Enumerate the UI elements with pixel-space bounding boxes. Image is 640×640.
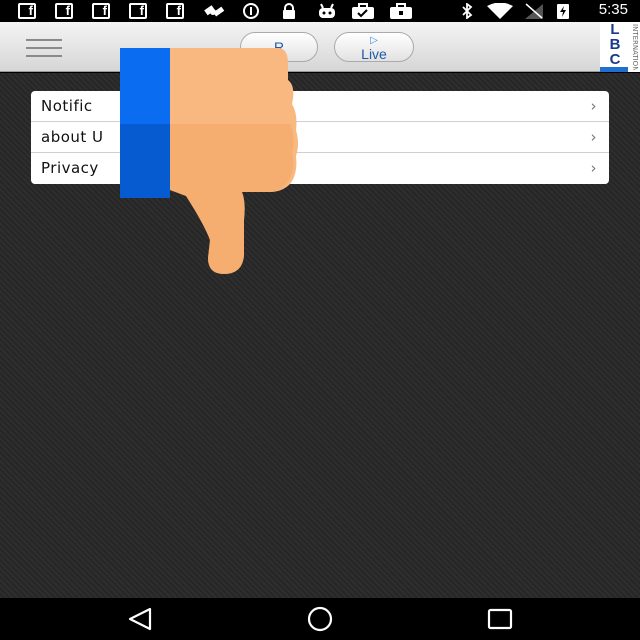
live-button[interactable]: ▷ Live <box>334 32 414 62</box>
live-button-label: Live <box>361 46 387 62</box>
briefcase-check-icon <box>352 3 374 19</box>
navigation-bar <box>0 598 640 640</box>
list-item-label: about U <box>41 128 104 146</box>
wifi-icon <box>487 3 513 19</box>
circle-icon <box>243 3 259 19</box>
status-time: 5:35 <box>598 1 628 18</box>
status-bar: f f f f f 5:35 <box>0 0 640 22</box>
list-item-notifications[interactable]: Notific › <box>31 91 609 122</box>
list-item-about[interactable]: about U › <box>31 122 609 153</box>
facebook-icon: f <box>55 3 73 19</box>
settings-list: Notific › about U › Privacy › <box>31 91 609 184</box>
logo-side-text: INTERNATIONAL <box>631 24 639 70</box>
facebook-icon: f <box>129 3 147 19</box>
lock-icon <box>283 3 295 19</box>
chevron-right-icon: › <box>590 159 597 177</box>
signal-icon <box>525 3 543 19</box>
list-item-privacy[interactable]: Privacy › <box>31 153 609 184</box>
thumbs-down-icon <box>120 48 298 274</box>
briefcase-icon <box>390 3 412 19</box>
menu-icon[interactable] <box>26 38 62 58</box>
facebook-icon: f <box>18 3 36 19</box>
facebook-icon: f <box>92 3 110 19</box>
back-icon[interactable] <box>126 606 154 632</box>
android-icon <box>319 3 335 18</box>
logo-letter: B <box>609 36 621 53</box>
list-item-label: Notific <box>41 97 93 115</box>
logo-letter: L <box>610 21 620 38</box>
bluetooth-icon <box>462 3 473 19</box>
content-area: Notific › about U › Privacy › <box>0 73 640 598</box>
logo-bar <box>600 67 628 72</box>
logo-letter: C <box>609 51 621 68</box>
lbc-logo: L B C INTERNATIONAL <box>600 22 640 72</box>
top-toolbar: R ▷ Live L B C INTERNATIONAL <box>0 22 640 72</box>
list-item-label: Privacy <box>41 159 99 177</box>
facebook-icon: f <box>166 3 184 19</box>
home-icon[interactable] <box>306 606 334 632</box>
recents-icon[interactable] <box>486 606 514 632</box>
chevron-right-icon: › <box>590 97 597 115</box>
battery-charging-icon <box>557 4 569 19</box>
chevron-right-icon: › <box>590 128 597 146</box>
satellite-icon <box>204 5 225 17</box>
